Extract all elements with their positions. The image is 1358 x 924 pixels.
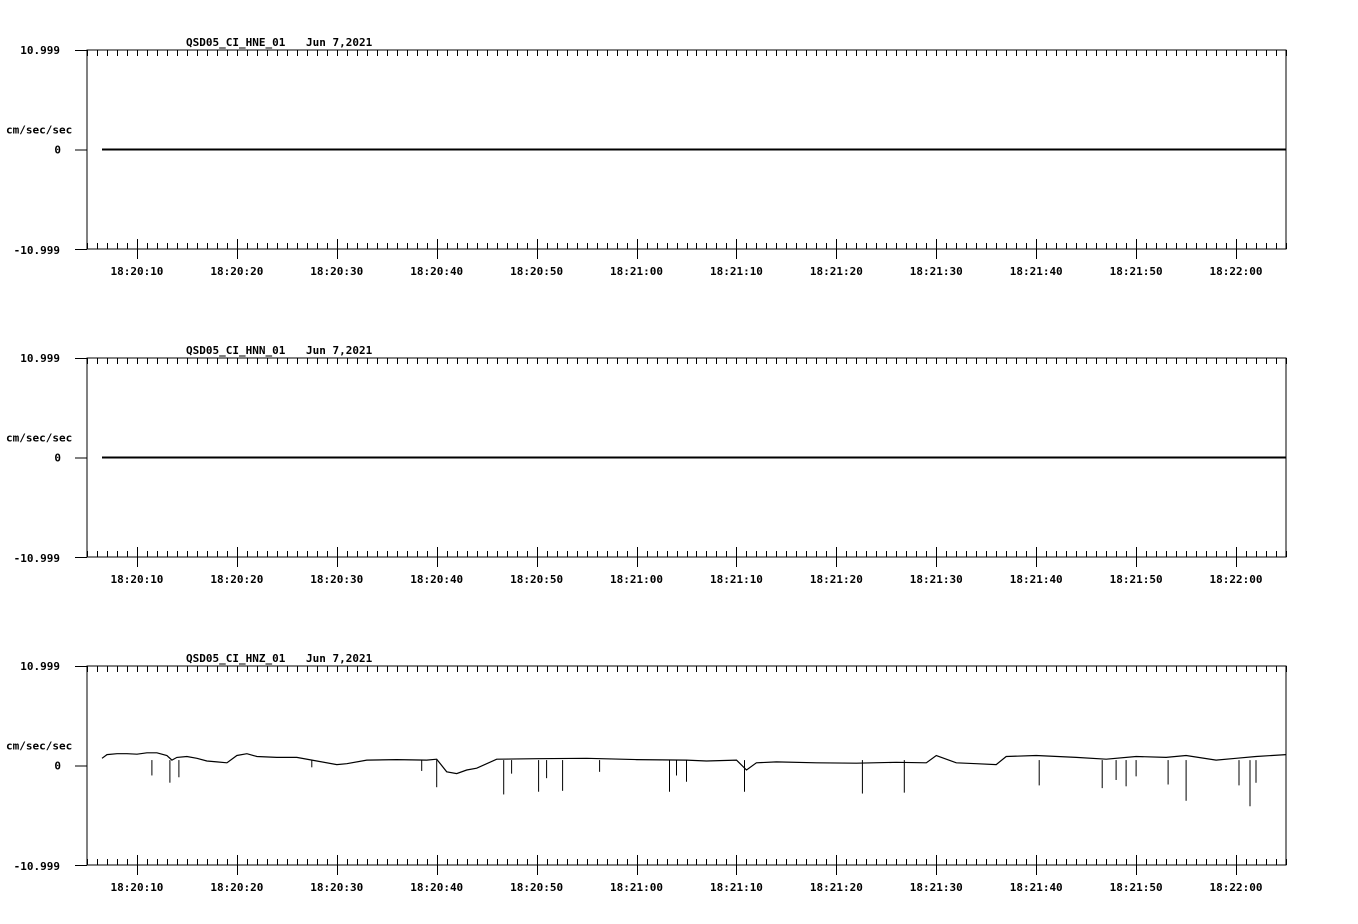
channel-title: QSD05_CI_HNZ_01 <box>186 652 286 665</box>
record-date: Jun 7,2021 <box>306 344 373 357</box>
x-tick-label: 18:21:50 <box>1110 573 1163 586</box>
x-tick-label: 18:22:00 <box>1210 265 1263 278</box>
x-tick-label: 18:21:10 <box>710 881 763 894</box>
y-tick-label-zero: 0 <box>54 452 61 465</box>
x-tick-label: 18:20:30 <box>310 881 363 894</box>
channel-title: QSD05_CI_HNE_01 <box>186 36 286 49</box>
x-tick-label: 18:22:00 <box>1210 881 1263 894</box>
x-tick-label: 18:22:00 <box>1210 573 1263 586</box>
x-tick-label: 18:21:20 <box>810 573 863 586</box>
x-tick-label: 18:20:10 <box>110 265 163 278</box>
x-tick-label: 18:21:00 <box>610 573 663 586</box>
x-tick-label: 18:20:50 <box>510 881 563 894</box>
x-tick-label: 18:21:30 <box>910 265 963 278</box>
y-axis-label: cm/sec/sec <box>6 432 72 445</box>
y-axis-label: cm/sec/sec <box>6 740 72 753</box>
x-tick-label: 18:21:10 <box>710 265 763 278</box>
y-tick-label-bottom: -10.999 <box>14 244 60 257</box>
x-tick-label: 18:20:20 <box>210 573 263 586</box>
seismogram-panels: QSD05_CI_HNE_01 Jun 7,2021 10.999 0 -10.999 c… <box>0 0 1358 924</box>
record-date: Jun 7,2021 <box>306 652 373 665</box>
x-tick-label: 18:21:40 <box>1010 573 1063 586</box>
x-tick-label: 18:21:00 <box>610 881 663 894</box>
x-tick-label: 18:20:50 <box>510 573 563 586</box>
x-tick-label: 18:21:50 <box>1110 881 1163 894</box>
x-tick-label: 18:20:20 <box>210 265 263 278</box>
x-tick-label: 18:21:20 <box>810 265 863 278</box>
x-tick-label: 18:21:50 <box>1110 265 1163 278</box>
y-tick-label-zero: 0 <box>54 760 61 773</box>
x-tick-label: 18:20:50 <box>510 265 563 278</box>
y-tick-label-top: 10.999 <box>20 352 60 365</box>
x-tick-label: 18:21:10 <box>710 573 763 586</box>
channel-title: QSD05_CI_HNN_01 <box>186 344 286 357</box>
x-tick-label: 18:20:20 <box>210 881 263 894</box>
x-tick-label: 18:21:30 <box>910 881 963 894</box>
waveform-trace <box>102 753 1286 774</box>
y-tick-label-top: 10.999 <box>20 44 60 57</box>
x-tick-label: 18:20:40 <box>410 265 463 278</box>
x-tick-label: 18:20:40 <box>410 881 463 894</box>
y-axis-label: cm/sec/sec <box>6 124 72 137</box>
y-tick-label-bottom: -10.999 <box>14 860 60 873</box>
x-tick-label: 18:20:30 <box>310 265 363 278</box>
record-date: Jun 7,2021 <box>306 36 373 49</box>
x-tick-label: 18:21:20 <box>810 881 863 894</box>
x-tick-label: 18:21:40 <box>1010 265 1063 278</box>
x-tick-label: 18:21:00 <box>610 265 663 278</box>
x-tick-label: 18:20:10 <box>110 573 163 586</box>
x-tick-label: 18:20:40 <box>410 573 463 586</box>
y-tick-label-top: 10.999 <box>20 660 60 673</box>
y-tick-label-bottom: -10.999 <box>14 552 60 565</box>
x-tick-label: 18:21:30 <box>910 573 963 586</box>
x-tick-label: 18:20:30 <box>310 573 363 586</box>
x-tick-label: 18:21:40 <box>1010 881 1063 894</box>
x-tick-label: 18:20:10 <box>110 881 163 894</box>
y-tick-label-zero: 0 <box>54 144 61 157</box>
